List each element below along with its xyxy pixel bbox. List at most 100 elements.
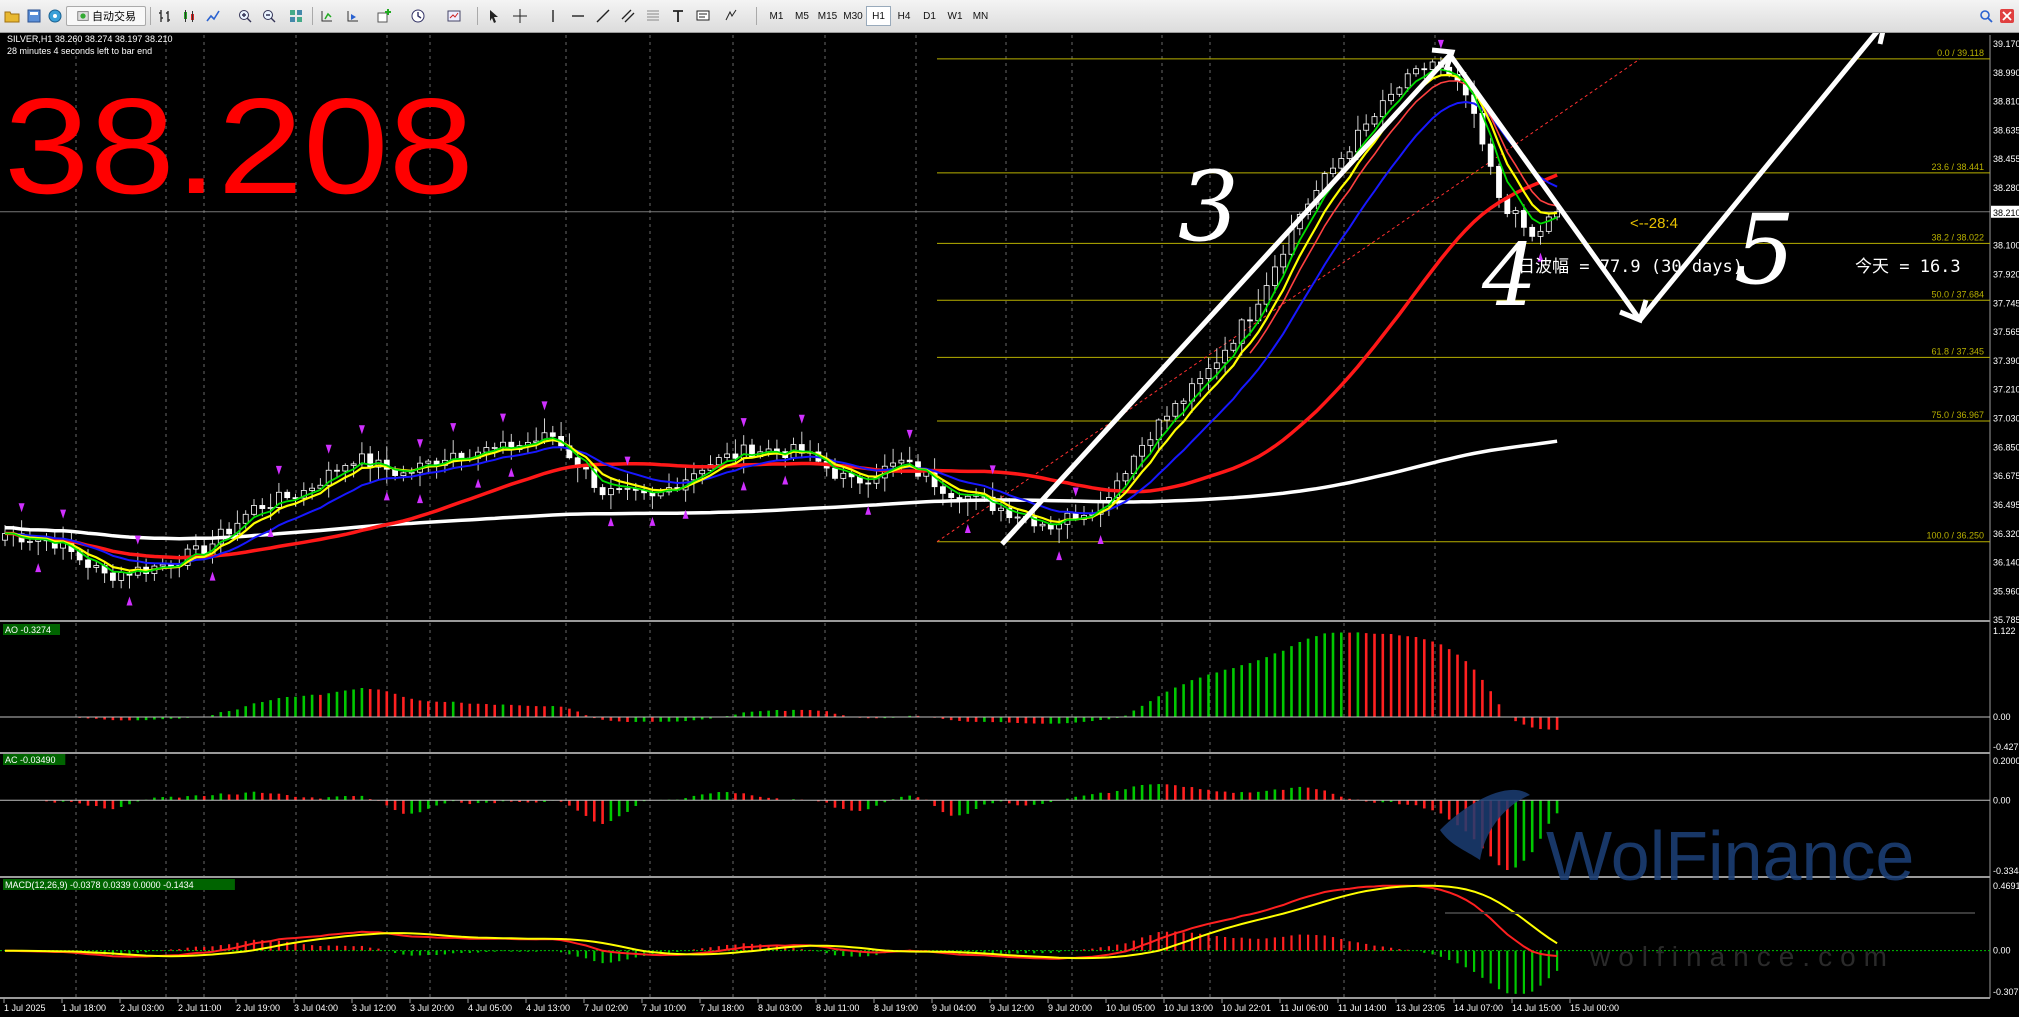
- candle-body: [1122, 473, 1129, 482]
- candle-body: [93, 565, 100, 568]
- price-tick-label: 38.455: [1993, 154, 2019, 164]
- price-tick-label: 39.170: [1993, 39, 2019, 49]
- channel-icon[interactable]: [618, 6, 638, 26]
- time-tick-label: 11 Jul 14:00: [1338, 1003, 1386, 1013]
- wave-5-label: 5: [1734, 194, 1795, 306]
- candle-body: [342, 465, 349, 472]
- arrows-icon[interactable]: [721, 6, 741, 26]
- price-tick-label: 36.495: [1993, 500, 2019, 510]
- time-tick-label: 4 Jul 13:00: [526, 1003, 570, 1013]
- crosshair-icon[interactable]: [510, 6, 530, 26]
- time-tick-label: 8 Jul 03:00: [758, 1003, 802, 1013]
- candle-body: [940, 486, 946, 494]
- line-chart-icon[interactable]: [203, 6, 223, 26]
- profiles-icon[interactable]: [24, 6, 44, 26]
- indicator-tick-label: -0.4275: [1993, 742, 2019, 752]
- label-icon[interactable]: [693, 6, 713, 26]
- timeframe-d1-button[interactable]: D1: [917, 6, 942, 26]
- candle-body: [608, 488, 614, 496]
- time-tick-label: 14 Jul 15:00: [1512, 1003, 1561, 1013]
- zoom-out-icon[interactable]: [259, 6, 279, 26]
- search-icon[interactable]: [1976, 6, 1996, 26]
- candle-body: [898, 459, 905, 464]
- candle-body: [26, 540, 33, 543]
- tile-icon[interactable]: [286, 6, 306, 26]
- candles-icon[interactable]: [179, 6, 199, 26]
- autoscroll-icon[interactable]: [317, 6, 337, 26]
- toolbar-separator: [312, 7, 313, 25]
- countdown-label: <--28:4: [1630, 215, 1678, 232]
- timeframe-h1-button[interactable]: H1: [866, 6, 891, 26]
- candle-body: [400, 472, 407, 476]
- fib-level-label: 38.2 / 38.022: [1931, 232, 1984, 242]
- candle-body: [1155, 419, 1162, 441]
- indicator-name-label: AC -0.03490: [5, 755, 56, 765]
- time-tick-label: 11 Jul 06:00: [1280, 1003, 1328, 1013]
- vline-icon[interactable]: [543, 6, 563, 26]
- price-tick-label: 37.745: [1993, 298, 2019, 308]
- candle-body: [1537, 230, 1544, 237]
- candle-body: [118, 572, 125, 581]
- market-watch-icon[interactable]: [45, 6, 65, 26]
- indicator-tick-label: 0.00: [1993, 946, 2011, 956]
- candle-body: [1172, 403, 1179, 417]
- templates-icon[interactable]: [444, 6, 464, 26]
- candle-body: [1230, 342, 1237, 351]
- cursor-icon[interactable]: [484, 6, 504, 26]
- autotrade-button[interactable]: 自动交易: [66, 6, 146, 26]
- time-tick-label: 2 Jul 19:00: [236, 1003, 280, 1013]
- autotrade-label: 自动交易: [92, 11, 136, 23]
- zoom-in-icon[interactable]: [235, 6, 255, 26]
- timeframe-m5-button[interactable]: M5: [790, 6, 815, 26]
- text-icon[interactable]: [668, 6, 688, 26]
- candle-body: [1363, 123, 1370, 131]
- time-tick-label: 9 Jul 20:00: [1048, 1003, 1092, 1013]
- price-chart[interactable]: 0.0 / 39.11823.6 / 38.44138.2 / 38.02250…: [0, 33, 2019, 1017]
- time-tick-label: 3 Jul 20:00: [410, 1003, 454, 1013]
- time-tick-label: 3 Jul 04:00: [294, 1003, 338, 1013]
- candle-body: [583, 467, 589, 470]
- toolbar-separator: [756, 7, 757, 25]
- indicators-icon[interactable]: [374, 6, 394, 26]
- candle-body: [1371, 116, 1378, 125]
- price-tick-label: 38.100: [1993, 241, 2019, 251]
- candle-body: [1247, 319, 1253, 322]
- candle-body: [458, 452, 465, 459]
- timeframe-mn-button[interactable]: MN: [968, 6, 993, 26]
- time-tick-label: 10 Jul 13:00: [1164, 1003, 1213, 1013]
- timeframe-m30-button[interactable]: M30: [841, 6, 866, 26]
- time-tick-label: 8 Jul 11:00: [816, 1003, 859, 1013]
- candle-body: [1404, 73, 1411, 89]
- fib-level-label: 100.0 / 36.250: [1926, 531, 1984, 541]
- candle-body: [890, 462, 896, 467]
- main-toolbar: 自动交易 M1 M5 M15 M30 H1 H4 D1 W1 MN: [0, 0, 2019, 33]
- price-tick-label: 38.810: [1993, 97, 2019, 107]
- candle-body: [948, 493, 955, 498]
- indicator-tick-label: 0.00: [1993, 712, 2011, 722]
- close-icon[interactable]: [1997, 6, 2017, 26]
- candle-body: [1147, 439, 1154, 446]
- candle-body: [624, 487, 631, 490]
- candle-body: [334, 469, 340, 472]
- timeframe-m1-button[interactable]: M1: [764, 6, 789, 26]
- trendline-icon[interactable]: [593, 6, 613, 26]
- timeframe-h4-button[interactable]: H4: [892, 6, 917, 26]
- time-tick-label: 14 Jul 07:00: [1454, 1003, 1503, 1013]
- candle-body: [1338, 158, 1345, 169]
- candle-body: [998, 507, 1004, 512]
- price-tick-label: 35.785: [1993, 615, 2019, 625]
- candle-body: [491, 447, 498, 449]
- folder-icon[interactable]: [2, 6, 22, 26]
- periods-icon[interactable]: [408, 6, 428, 26]
- candle-body: [1413, 68, 1419, 75]
- timeframe-w1-button[interactable]: W1: [943, 6, 968, 26]
- hline-icon[interactable]: [568, 6, 588, 26]
- candle-body: [1388, 93, 1394, 102]
- fibo-icon[interactable]: [643, 6, 663, 26]
- chart-shift-icon[interactable]: [343, 6, 363, 26]
- fib-level-label: 50.0 / 37.684: [1931, 289, 1984, 299]
- timeframe-m15-button[interactable]: M15: [815, 6, 840, 26]
- candle-body: [259, 505, 266, 509]
- candle-body: [1213, 362, 1220, 369]
- bar-chart-icon[interactable]: [155, 6, 175, 26]
